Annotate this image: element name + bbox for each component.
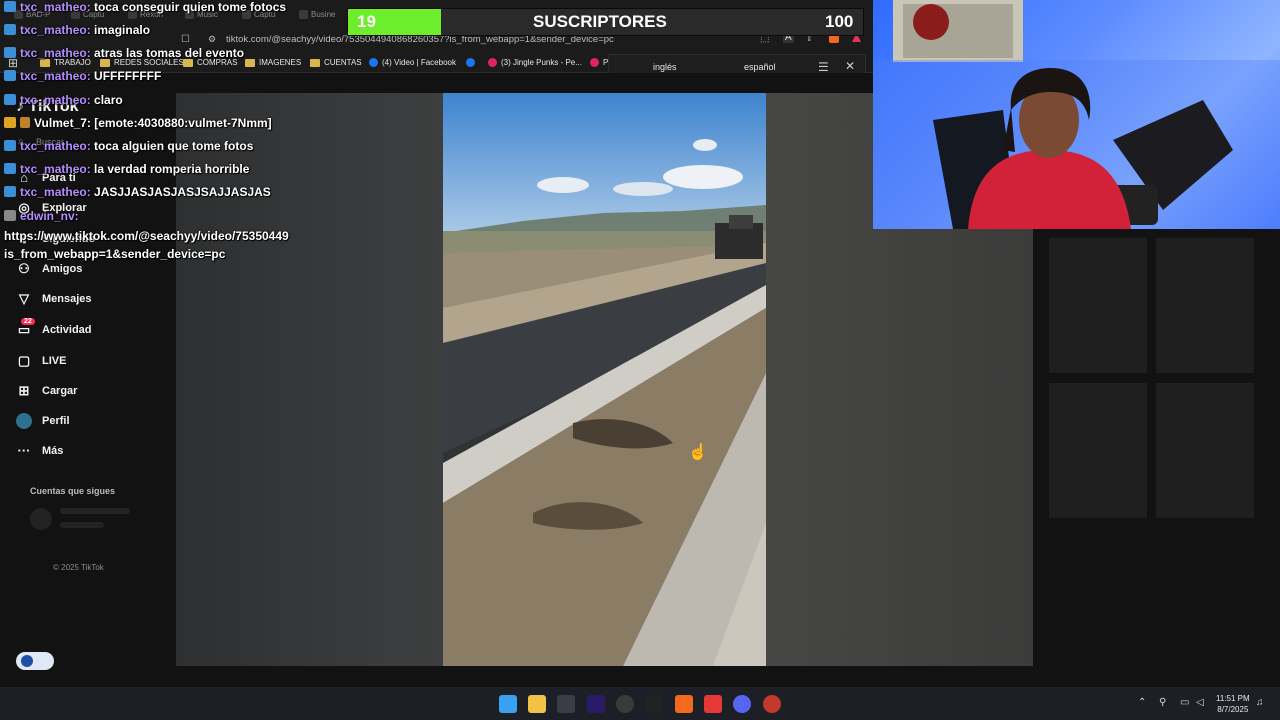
nav-mensajes[interactable]: ▽ Mensajes (16, 291, 92, 307)
avatar-icon (16, 413, 32, 429)
chat-message: txc_matheo: UFFFFFFFF (4, 69, 161, 83)
bookmark-jingle-punks[interactable]: (3) Jingle Punks - Pe... (488, 58, 582, 67)
video-player[interactable] (443, 93, 766, 666)
obs-icon[interactable] (616, 695, 634, 713)
bookmark-facebook[interactable] (466, 58, 475, 67)
close-icon[interactable]: ✕ (845, 59, 855, 73)
chat-message: edwin_nv: (4, 209, 79, 223)
file-explorer-icon[interactable] (528, 695, 546, 713)
video-frame (443, 93, 766, 666)
tray-chevron-icon[interactable]: ⌃ (1138, 697, 1146, 708)
browser-tab[interactable]: Busine (299, 5, 335, 23)
comments-panel (1033, 229, 1280, 687)
chat-message: Vulmet_7: [emote:4030880:vulmet-7Nmm] (4, 116, 272, 130)
browser-tab-label: Busine (311, 9, 336, 19)
hamburger-icon[interactable]: ☰ (818, 60, 829, 74)
folder-icon (245, 58, 255, 67)
nav-perfil[interactable]: Perfil (16, 413, 70, 429)
bookmark-facebook-video[interactable]: (4) Video | Facebook (369, 58, 456, 67)
tab-favicon-icon (299, 9, 308, 19)
subscriber-badge-icon (4, 186, 16, 197)
chat-message: txc_matheo: claro (4, 93, 123, 107)
nav-mas[interactable]: ··· Más (16, 443, 64, 458)
calculator-icon[interactable] (557, 695, 575, 713)
chat-message: txc_matheo: la verdad romperia horrible (4, 162, 249, 176)
premiere-icon[interactable] (587, 695, 605, 713)
youtube-icon (590, 58, 599, 67)
webcam-image (873, 0, 1280, 229)
microphone-icon[interactable]: ⚲ (1159, 697, 1166, 708)
nav-cargar[interactable]: ⊞ Cargar (16, 383, 78, 399)
activity-count-badge: 22 (21, 318, 35, 325)
folder-icon (310, 58, 320, 67)
related-video-thumb[interactable] (1156, 383, 1254, 518)
subscriber-badge-icon (4, 1, 16, 12)
related-video-thumb[interactable] (1156, 238, 1254, 373)
related-video-thumb[interactable] (1049, 383, 1147, 518)
display-icon[interactable]: ▭ (1180, 697, 1189, 708)
nav-amigos[interactable]: ⚇ Amigos (16, 261, 82, 277)
site-info-icon[interactable]: ⚙ (208, 34, 216, 45)
bookmark-star-icon[interactable]: ☐ (181, 34, 190, 45)
chat-message: txc_matheo: toca alguien que tome fotos (4, 139, 253, 153)
browser-icon[interactable] (763, 695, 781, 713)
skeleton-line (60, 522, 104, 528)
subscriber-badge-icon (4, 140, 16, 151)
bookmark-folder-imagenes[interactable]: IMAGENES (245, 58, 301, 67)
start-icon[interactable] (499, 695, 517, 713)
subscriber-goal-current: 19 (357, 12, 376, 31)
live-icon: ▢ (17, 353, 31, 368)
webcam-feed (873, 0, 1280, 229)
subscriber-badge-icon (4, 24, 16, 35)
nav-live[interactable]: ▢ LIVE (16, 353, 67, 369)
copyright-text: © 2025 TikTok (53, 563, 104, 572)
hand-cursor-icon: ☝ (688, 444, 708, 461)
subscriber-badge-icon (4, 163, 16, 174)
facebook-icon (466, 58, 475, 67)
following-accounts-title: Cuentas que sigues (30, 486, 116, 496)
capcut-icon[interactable] (645, 695, 663, 713)
chat-link-message: https://www.tiktok.com/@seachyy/video/75… (4, 229, 289, 261)
subscriber-badge-icon (4, 70, 16, 81)
subscriber-goal-label: SUSCRIPTORES (533, 12, 667, 31)
chat-message: txc_matheo: toca conseguir quien tome fo… (4, 0, 286, 14)
skeleton-line (60, 508, 130, 514)
windows-taskbar (0, 687, 1280, 720)
translate-source-tab[interactable]: inglés (653, 62, 677, 72)
system-clock[interactable]: 11:51 PM 8/7/2025 (1216, 693, 1250, 715)
friends-icon: ⚇ (18, 261, 30, 276)
extension-icon (21, 655, 33, 667)
chat-message: txc_matheo: imaginalo (4, 23, 150, 37)
app-red-icon[interactable] (704, 695, 722, 713)
bookmark-p[interactable]: P (590, 58, 608, 67)
subscriber-badge-icon (4, 94, 16, 105)
discord-icon[interactable] (733, 695, 751, 713)
volume-icon[interactable]: ◁ (1196, 697, 1204, 708)
upload-icon: ⊞ (18, 383, 30, 398)
notification-bell-icon[interactable]: ♫ (1256, 697, 1264, 708)
translate-target-tab[interactable]: español (744, 62, 776, 72)
send-icon: ▽ (19, 291, 29, 306)
more-icon: ··· (17, 443, 31, 458)
skeleton-avatar (30, 508, 52, 530)
bookmark-folder-cuentas[interactable]: CUENTAS (310, 58, 362, 67)
vip-badge-icon (4, 117, 16, 128)
user-badge-icon (4, 210, 16, 221)
brave-icon[interactable] (675, 695, 693, 713)
chat-message: txc_matheo: atras las tomas del evento (4, 46, 244, 60)
facebook-icon (369, 58, 378, 67)
subscriber-badge-icon (4, 47, 16, 58)
sub-badge-icon (20, 117, 30, 128)
youtube-icon (488, 58, 497, 67)
subscriber-goal-target: 100 (825, 12, 854, 31)
chat-message: txc_matheo: JASJJASJASJASJSAJJASJAS (4, 185, 271, 199)
related-video-thumb[interactable] (1049, 238, 1147, 373)
